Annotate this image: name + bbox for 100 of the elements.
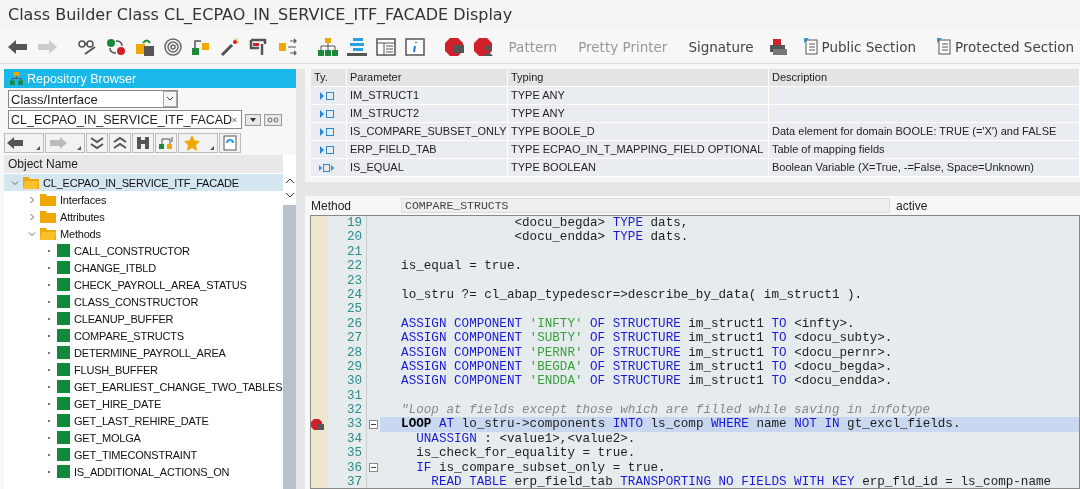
tree-item[interactable]: IS_ADDITIONAL_ACTIONS_ON [38, 463, 283, 480]
toolbar-button[interactable]: Public Section [797, 38, 922, 55]
tree-item[interactable]: CALL_CONSTRUCTOR [38, 242, 283, 259]
tree-label: DETERMINE_PAYROLL_AREA [74, 346, 226, 359]
code-line: UNASSIGN : <value1>,<value2>. [415, 431, 637, 447]
line-number: 29 [345, 359, 363, 375]
org-chart-icon[interactable] [317, 37, 338, 56]
tree-item[interactable]: CHECK_PAYROLL_AREA_STATUS [38, 276, 283, 293]
tree-item[interactable]: GET_HIRE_DATE [38, 395, 283, 412]
back-arrow-icon[interactable] [8, 38, 28, 55]
tree-item[interactable]: GET_EARLIEST_CHANGE_TWO_TABLES [38, 378, 283, 395]
tree-item[interactable]: GET_MOLGA [38, 429, 283, 446]
toolbar-button[interactable]: Signature [682, 38, 760, 55]
tree-label: GET_EARLIEST_CHANGE_TWO_TABLES [74, 380, 283, 393]
split-arrows-icon[interactable] [277, 37, 298, 56]
tree-item[interactable]: DETERMINE_PAYROLL_AREA [38, 344, 283, 361]
tree-label: Interfaces [60, 193, 107, 206]
method-field: COMPARE_STRUCTS [401, 198, 890, 213]
code-line: ASSIGN COMPONENT 'ENDDA' OF STRUCTURE im_struct1 TO <docu_endda>. [400, 374, 894, 389]
collapse-all-icon[interactable] [109, 133, 131, 153]
panel-title: Repository Browser [27, 71, 137, 86]
table-cell: IS_COMPARE_SUBSET_ONLY [347, 123, 508, 140]
code-line: ASSIGN COMPONENT 'INFTY' OF STRUCTURE im_struct1 TO <infty>. [400, 316, 856, 332]
tree-label: GET_MOLGA [74, 431, 141, 444]
line-number: 37 [345, 475, 363, 488]
folder-icon [40, 210, 56, 223]
document-icon [936, 38, 951, 55]
code-line: <docu_begda> TYPE dats, [513, 216, 690, 231]
tree-item[interactable]: FLUSH_BUFFER [38, 361, 283, 378]
breakpoint-icon[interactable] [311, 418, 325, 431]
tree-item[interactable]: GET_LAST_REHIRE_DATE [38, 412, 283, 429]
tree-label: GET_HIRE_DATE [74, 397, 162, 410]
code-line: <docu_endda> TYPE dats. [513, 230, 690, 245]
method-icon [57, 431, 70, 444]
line-number: 31 [345, 388, 363, 404]
method-icon [57, 261, 70, 274]
method-icon [57, 278, 70, 291]
code-line: IF is_compare_subset_only = true. [415, 460, 667, 476]
tree-label: GET_TIMECONSTRAINT [74, 448, 197, 461]
object-type-dropdown[interactable]: Class/Interface [8, 90, 178, 108]
hierarchy-icon[interactable] [155, 133, 177, 153]
caret-icon [163, 91, 177, 107]
code-line: ASSIGN COMPONENT 'PERNR' OF STRUCTURE im_struct1 TO <docu_pernr>. [400, 345, 894, 360]
tree-item[interactable]: CLASS_CONSTRUCTOR [38, 293, 283, 310]
method-icon [57, 346, 70, 359]
line-number: 32 [345, 403, 363, 418]
info-icon[interactable] [404, 37, 425, 56]
table-cell: IM_STRUCT1 [347, 87, 508, 104]
copy-object-icon[interactable] [134, 37, 155, 56]
close-icon[interactable] [232, 115, 237, 124]
code-editor[interactable] [310, 215, 1080, 489]
line-number: 21 [345, 244, 363, 260]
method-icon [57, 295, 70, 308]
swap-circles-icon[interactable] [105, 37, 126, 56]
tree-label: CALL_CONSTRUCTOR [74, 244, 190, 257]
code-line: lo_stru ?= cl_abap_typedescr=>describe_by_data( im_struct1 ). [400, 287, 864, 303]
table-cell: TYPE BOOLEAN [508, 159, 769, 176]
stop-sign-screen-icon[interactable] [444, 37, 465, 56]
tree-item[interactable]: Interfaces [21, 191, 283, 208]
stop-sign-person-icon[interactable] [473, 37, 494, 56]
document-icon [803, 38, 818, 55]
code-line: is_check_for_equality = true. [415, 446, 637, 461]
method-icon [57, 244, 70, 257]
expand-all-icon[interactable] [86, 133, 108, 153]
object-name-field[interactable]: CL_ECPAO_IN_SERVICE_ITF_FACAD [8, 110, 242, 129]
dropdown-icon[interactable] [245, 113, 261, 126]
printer-icon[interactable] [768, 37, 789, 56]
importing-parameter-icon [319, 90, 335, 101]
collapse-icon[interactable] [369, 463, 378, 473]
code-line: "Loop at fields except those which are filled while saving in infotype [400, 403, 932, 418]
tree-item[interactable]: COMPARE_STRUCTS [38, 327, 283, 344]
magic-wand-icon[interactable] [219, 37, 240, 56]
tree-item[interactable]: GET_TIMECONSTRAINT [38, 446, 283, 463]
stacked-bars-icon[interactable] [346, 37, 367, 56]
table-cell: Table of mapping fields [769, 141, 1080, 158]
method-icon [57, 465, 70, 478]
tree-item[interactable]: Attributes [21, 208, 283, 225]
tree-item[interactable]: CHANGE_ITBLD [38, 259, 283, 276]
tree-item[interactable]: CL_ECPAO_IN_SERVICE_ITF_FACADE [4, 174, 283, 191]
line-number: 27 [345, 331, 363, 346]
code-line: ASSIGN COMPONENT 'BEGDA' OF STRUCTURE im_struct1 TO <docu_begda>. [400, 359, 894, 375]
chevron-up-icon[interactable] [284, 177, 295, 185]
method-icon [57, 414, 70, 427]
column-header: Object Name [4, 155, 283, 173]
tree-item[interactable]: CLEANUP_BUFFER [38, 310, 283, 327]
glasses-pencil-icon[interactable] [76, 37, 97, 56]
collapse-icon[interactable] [369, 420, 378, 430]
toolbar-button[interactable]: Protected Section [930, 38, 1080, 55]
chevron-down-icon[interactable] [284, 191, 295, 199]
line-number: 20 [345, 230, 363, 245]
hierarchy-icon[interactable] [190, 37, 211, 56]
importing-parameter-icon [319, 108, 335, 119]
tree-label: CLEANUP_BUFFER [74, 312, 174, 325]
returning-parameter-icon [319, 162, 335, 173]
document-layout-icon[interactable] [375, 37, 396, 56]
tree-label: GET_LAST_REHIRE_DATE [74, 414, 209, 427]
tree-item[interactable]: Methods [21, 225, 283, 242]
method-icon [57, 448, 70, 461]
method-icon [57, 397, 70, 410]
code-line: ASSIGN COMPONENT 'SUBTY' OF STRUCTURE im_struct1 TO <docu_subty>. [400, 331, 894, 346]
